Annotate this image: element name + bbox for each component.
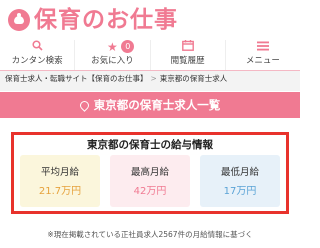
average-salary-card: 平均月給 21.7万円	[20, 155, 100, 207]
nav-label-search: カンタン検索	[11, 56, 63, 66]
star-icon: ★	[106, 40, 118, 54]
max-salary-value: 42万円	[133, 186, 167, 197]
nav-item-search[interactable]: カンタン検索	[0, 40, 74, 70]
page-title-banner: 東京都の保育士求人一覧	[0, 92, 300, 118]
breadcrumb-link-home[interactable]: 保育士求人・転職サイト【保育のお仕事】	[5, 74, 148, 83]
nav-label-history: 閲覧履歴	[170, 56, 205, 66]
average-salary-value: 21.7万円	[38, 186, 82, 197]
main-nav: カンタン検索 ★ 0 お気に入り 閲覧履歴 メニュー	[0, 40, 300, 70]
nav-item-favorites[interactable]: ★ 0 お気に入り	[74, 40, 149, 70]
salary-info-box: 東京都の保育士の給与情報 平均月給 21.7万円 最高月給 42万円 最低月給 …	[11, 132, 289, 214]
site-logo[interactable]: 保育のお仕事	[34, 5, 178, 35]
page-title: 東京都の保育士求人一覧	[93, 98, 221, 112]
menu-icon	[226, 40, 300, 55]
min-salary-card: 最低月給 17万円	[200, 155, 280, 207]
nav-label-menu: メニュー	[245, 56, 280, 66]
nav-item-history[interactable]: 閲覧履歴	[149, 40, 225, 70]
logo-icon[interactable]	[8, 9, 30, 31]
min-salary-label: 最低月給	[220, 167, 259, 178]
salary-footnote: ※現在掲載されている正社員求人2567件の月給情報に基づく	[47, 230, 253, 239]
breadcrumb-separator: >	[150, 74, 157, 83]
search-icon	[0, 40, 74, 55]
average-salary-label: 平均月給	[40, 167, 79, 178]
history-icon	[151, 40, 225, 55]
breadcrumb-current: 東京都の保育士求人	[159, 74, 228, 83]
breadcrumb: 保育士求人・転職サイト【保育のお仕事】 > 東京都の保育士求人	[0, 71, 300, 91]
max-salary-label: 最高月給	[130, 167, 169, 178]
max-salary-card: 最高月給 42万円	[110, 155, 190, 207]
salary-info-title: 東京都の保育士の給与情報	[87, 139, 213, 151]
nav-item-menu[interactable]: メニュー	[224, 40, 300, 70]
nav-label-favorites: お気に入り	[91, 56, 134, 66]
min-salary-value: 17万円	[223, 186, 257, 197]
map-pin-icon	[77, 99, 91, 112]
